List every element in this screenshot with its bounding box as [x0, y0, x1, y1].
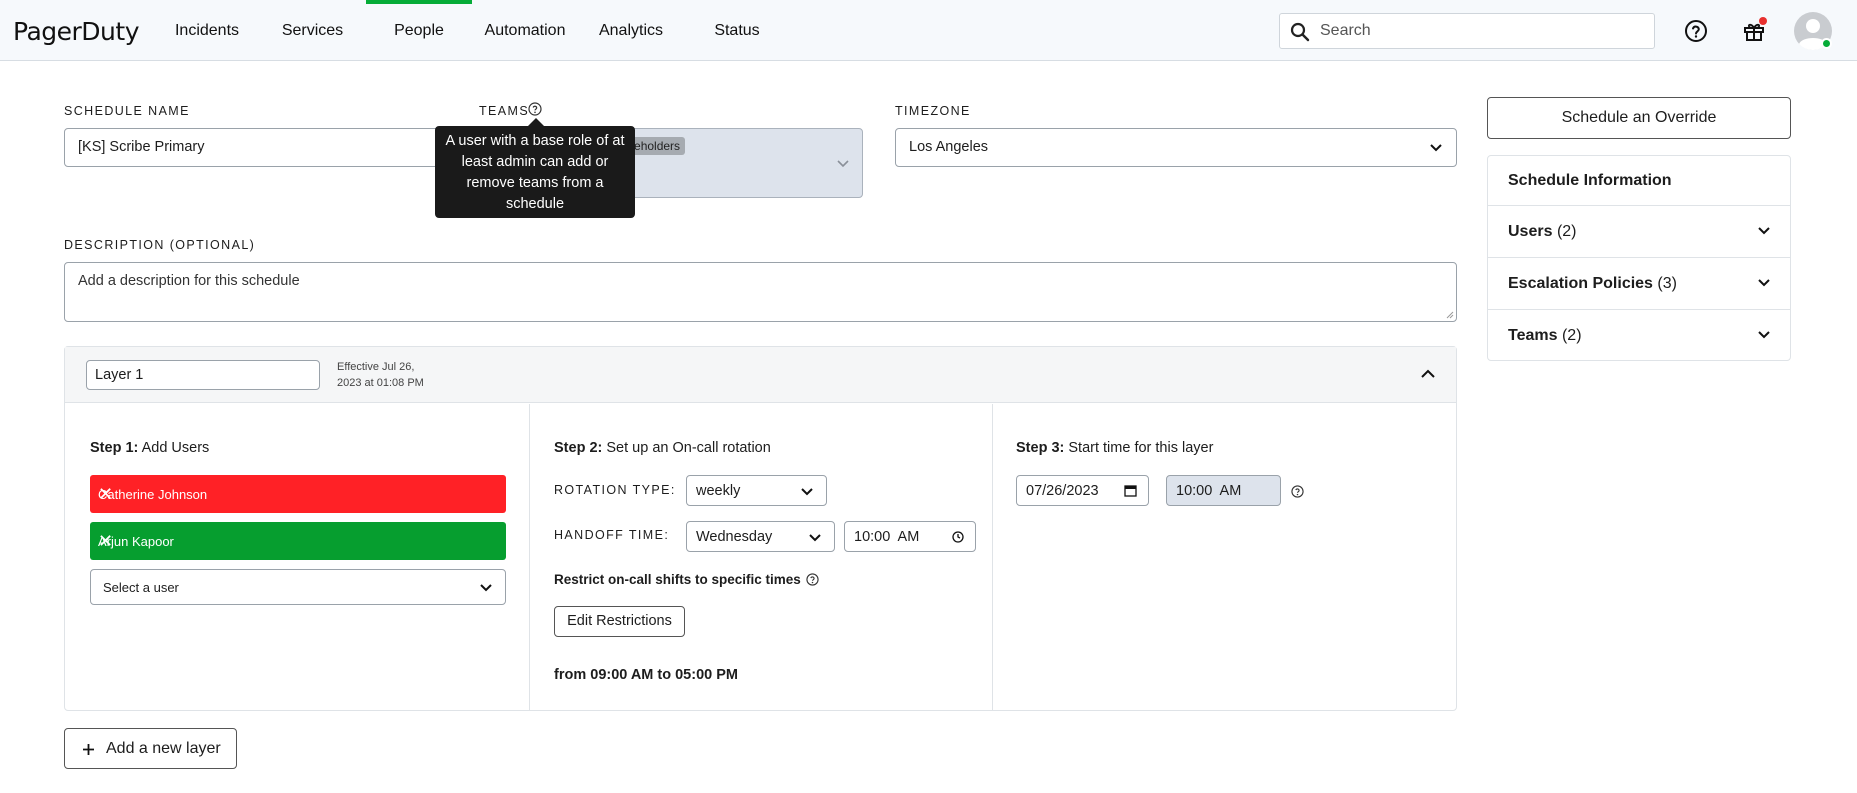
online-status-dot	[1821, 38, 1832, 49]
teams-label: TEAMS	[479, 104, 530, 118]
rotation-type-value: weekly	[696, 483, 741, 499]
nav-status[interactable]: Status	[700, 0, 774, 61]
start-time-input[interactable]: 10:00 AM	[1166, 475, 1281, 506]
step1-title: Step 1: Add Users	[90, 440, 209, 456]
add-layer-button[interactable]: Add a new layer	[64, 728, 237, 769]
pagerduty-logo[interactable]: PagerDuty	[13, 17, 140, 46]
teams-row-label: Teams	[1508, 327, 1558, 344]
handoff-day-select[interactable]: Wednesday	[686, 521, 835, 552]
teams-help-icon[interactable]	[528, 102, 542, 116]
teams-count: (2)	[1561, 327, 1582, 344]
search-box[interactable]	[1279, 13, 1655, 49]
teams-tooltip: A user with a base role of at least admi…	[435, 118, 635, 218]
step3-title: Step 3: Start time for this layer	[1016, 440, 1213, 456]
step2-bold: Step 2:	[554, 440, 603, 456]
description-textarea[interactable]: Add a description for this schedule	[64, 262, 1457, 322]
chevron-down-icon	[1758, 227, 1770, 235]
remove-user-icon[interactable]: ✕	[98, 484, 496, 505]
add-layer-label: Add a new layer	[106, 740, 221, 757]
search-icon	[1290, 22, 1310, 42]
schedule-name-value: [KS] Scribe Primary	[78, 139, 205, 155]
select-user-placeholder: Select a user	[103, 580, 179, 595]
handoff-time-label: HANDOFF TIME:	[554, 528, 670, 542]
effective-date: Effective Jul 26, 2023 at 01:08 PM	[337, 359, 424, 391]
chevron-down-icon	[480, 584, 492, 592]
restrict-help-icon[interactable]	[806, 573, 819, 586]
nav-analytics[interactable]: Analytics	[586, 0, 676, 61]
users-label: Users	[1508, 223, 1553, 240]
layer-name-input[interactable]: Layer 1	[86, 360, 320, 390]
chevron-down-icon	[801, 488, 813, 496]
schedule-info-title: Schedule Information	[1508, 172, 1672, 189]
start-date-value: 07/26/2023	[1026, 483, 1099, 499]
chevron-down-icon	[1430, 144, 1442, 152]
description-placeholder: Add a description for this schedule	[78, 273, 300, 289]
layer-header: Layer 1 Effective Jul 26, 2023 at 01:08 …	[65, 347, 1456, 403]
step2-column: Step 2: Set up an On-call rotation ROTAT…	[530, 404, 993, 710]
info-row-label: Teams (2)	[1508, 327, 1582, 345]
chevron-down-icon	[809, 534, 821, 542]
edit-restrictions-button[interactable]: Edit Restrictions	[554, 606, 685, 637]
info-row-label: Escalation Policies (3)	[1508, 275, 1677, 293]
schedule-info-panel: Schedule Information Users (2) Escalatio…	[1487, 155, 1791, 361]
rotation-type-label: ROTATION TYPE:	[554, 483, 676, 497]
layer-name-value: Layer 1	[95, 367, 144, 383]
chevron-down-icon	[837, 160, 849, 168]
restriction-range: from 09:00 AM to 05:00 PM	[554, 667, 738, 683]
effective-line1: Effective Jul 26,	[337, 361, 415, 373]
nav-services[interactable]: Services	[270, 0, 355, 61]
chevron-down-icon	[1758, 279, 1770, 287]
start-date-input[interactable]: 07/26/2023	[1016, 475, 1149, 506]
select-user-dropdown[interactable]: Select a user	[90, 569, 506, 605]
rotation-type-select[interactable]: weekly	[686, 475, 827, 506]
chevron-down-icon	[1758, 331, 1770, 339]
timezone-label: TIMEZONE	[895, 104, 971, 118]
users-count: (2)	[1556, 223, 1577, 240]
nav-automation[interactable]: Automation	[478, 0, 572, 61]
search-input[interactable]	[1320, 20, 1640, 42]
user-chip-arjun: Arjun Kapoor ✕	[90, 522, 506, 560]
schedule-override-button[interactable]: Schedule an Override	[1487, 97, 1791, 139]
info-row-label: Users (2)	[1508, 223, 1577, 241]
effective-line2: 2023 at 01:08 PM	[337, 377, 424, 389]
clock-icon[interactable]	[952, 531, 964, 543]
step3-bold: Step 3:	[1016, 440, 1065, 456]
schedule-name-input[interactable]: [KS] Scribe Primary	[64, 128, 484, 167]
handoff-time-input[interactable]: 10:00 AM	[844, 521, 976, 552]
step1-column: Step 1: Add Users Catherine Johnson ✕ Ar…	[65, 404, 530, 710]
plus-icon	[83, 744, 94, 755]
restrict-label: Restrict on-call shifts to specific time…	[554, 572, 801, 587]
help-icon[interactable]	[1684, 19, 1708, 43]
user-chip-catherine: Catherine Johnson ✕	[90, 475, 506, 513]
description-label: DESCRIPTION (OPTIONAL)	[64, 238, 256, 252]
nav-people[interactable]: People	[366, 0, 472, 61]
escalation-label: Escalation Policies	[1508, 275, 1653, 292]
info-row-teams[interactable]: Teams (2)	[1488, 309, 1790, 361]
collapse-chevron-icon[interactable]	[1420, 368, 1436, 380]
step1-bold: Step 1:	[90, 440, 139, 456]
step2-text: Set up an On-call rotation	[606, 440, 771, 456]
timezone-value: Los Angeles	[909, 139, 989, 155]
remove-user-icon[interactable]: ✕	[98, 531, 496, 552]
start-time-help-icon[interactable]	[1291, 485, 1304, 498]
nav-incidents[interactable]: Incidents	[160, 0, 254, 61]
escalation-count: (3)	[1657, 275, 1677, 292]
info-row-escalation-policies[interactable]: Escalation Policies (3)	[1488, 257, 1790, 309]
step3-column: Step 3: Start time for this layer 07/26/…	[994, 404, 1456, 710]
handoff-day-value: Wednesday	[696, 529, 773, 545]
timezone-select[interactable]: Los Angeles	[895, 128, 1457, 167]
step1-text: Add Users	[141, 440, 210, 456]
handoff-time-value: 10:00 AM	[854, 529, 920, 545]
top-nav: PagerDuty Incidents Services People Auto…	[0, 0, 1857, 61]
layer-card: Layer 1 Effective Jul 26, 2023 at 01:08 …	[64, 346, 1457, 711]
step3-text: Start time for this layer	[1068, 440, 1214, 456]
start-time-value: 10:00 AM	[1176, 483, 1242, 499]
notification-badge	[1759, 17, 1767, 25]
calendar-icon[interactable]	[1124, 484, 1137, 497]
resize-handle-icon[interactable]	[1446, 311, 1454, 319]
step2-title: Step 2: Set up an On-call rotation	[554, 440, 771, 456]
schedule-name-label: SCHEDULE NAME	[64, 104, 190, 118]
info-row-users[interactable]: Users (2)	[1488, 205, 1790, 257]
